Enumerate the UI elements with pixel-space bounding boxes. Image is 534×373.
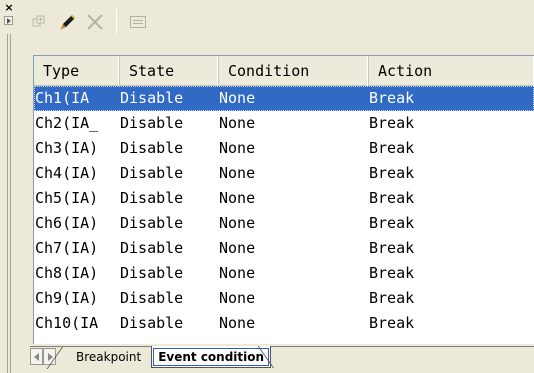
cell-action: Break xyxy=(369,289,415,307)
table-row[interactable]: Ch2(IA_ Disable None Break xyxy=(34,111,534,136)
cell-type: Ch6(IA) xyxy=(35,214,99,232)
cell-type: Ch7(IA) xyxy=(35,239,99,257)
cell-type: Ch10(IA xyxy=(35,314,99,332)
table-row[interactable]: Ch6(IA) Disable None Break xyxy=(34,211,534,236)
table-row[interactable]: Ch1(IA Disable None Break xyxy=(34,86,534,111)
list-header: Type State Condition Action xyxy=(34,56,534,86)
pin-icon[interactable] xyxy=(4,16,13,25)
cell-condition: None xyxy=(219,89,256,107)
table-row[interactable]: Ch5(IA) Disable None Break xyxy=(34,186,534,211)
cell-type: Ch4(IA) xyxy=(35,164,99,182)
column-header-type[interactable]: Type xyxy=(34,56,120,86)
cell-type: Ch8(IA) xyxy=(35,264,99,282)
toolbar xyxy=(18,0,534,44)
properties-list-icon[interactable] xyxy=(127,11,149,33)
table-row[interactable]: Ch8(IA) Disable None Break xyxy=(34,261,534,286)
tab-event-condition[interactable]: Event condition xyxy=(151,346,272,368)
cell-condition: None xyxy=(219,189,256,207)
cell-state: Disable xyxy=(120,314,184,332)
table-row[interactable]: Ch7(IA) Disable None Break xyxy=(34,236,534,261)
cell-type: Ch9(IA) xyxy=(35,289,99,307)
cell-condition: None xyxy=(219,214,256,232)
cell-state: Disable xyxy=(120,114,184,132)
event-condition-list[interactable]: Type State Condition Action Ch1(IA Disabl… xyxy=(33,55,534,344)
cell-condition: None xyxy=(219,164,256,182)
cell-condition: None xyxy=(219,264,256,282)
edit-pencil-icon[interactable] xyxy=(56,11,78,33)
cell-state: Disable xyxy=(120,239,184,257)
cell-action: Break xyxy=(369,139,415,157)
cell-condition: None xyxy=(219,314,256,332)
grip-line xyxy=(7,34,8,373)
column-header-action[interactable]: Action xyxy=(369,56,534,86)
cell-action: Break xyxy=(369,89,415,107)
delete-x-icon[interactable] xyxy=(84,11,106,33)
add-breakpoint-icon[interactable] xyxy=(28,11,50,33)
cell-action: Break xyxy=(369,314,415,332)
cell-condition: None xyxy=(219,139,256,157)
cell-state: Disable xyxy=(120,289,184,307)
column-header-condition[interactable]: Condition xyxy=(219,56,369,86)
tab-scroll-left-icon[interactable] xyxy=(30,348,43,365)
cell-condition: None xyxy=(219,239,256,257)
cell-type: Ch1(IA xyxy=(35,89,90,107)
cell-type: Ch3(IA) xyxy=(35,139,99,157)
cell-state: Disable xyxy=(120,189,184,207)
cell-action: Break xyxy=(369,114,415,132)
cell-state: Disable xyxy=(120,89,184,107)
tab-strip: Breakpoint Event condition xyxy=(30,346,534,368)
table-row[interactable]: Ch3(IA) Disable None Break xyxy=(34,136,534,161)
cell-state: Disable xyxy=(120,214,184,232)
table-row[interactable]: Ch9(IA) Disable None Break xyxy=(34,286,534,311)
cell-action: Break xyxy=(369,264,415,282)
cell-condition: None xyxy=(219,289,256,307)
table-row[interactable]: Ch10(IA Disable None Break xyxy=(34,311,534,336)
cell-action: Break xyxy=(369,164,415,182)
cell-action: Break xyxy=(369,239,415,257)
cell-type: Ch5(IA) xyxy=(35,189,99,207)
column-header-state[interactable]: State xyxy=(120,56,219,86)
list-body: Ch1(IA Disable None Break Ch2(IA_ Disable None… xyxy=(34,86,534,336)
dock-grip[interactable]: × xyxy=(0,0,18,373)
cell-state: Disable xyxy=(120,139,184,157)
cell-action: Break xyxy=(369,189,415,207)
toolbar-separator xyxy=(116,9,117,35)
cell-condition: None xyxy=(219,114,256,132)
tab-edge xyxy=(271,346,279,368)
cell-action: Break xyxy=(369,214,415,232)
tab-breakpoint[interactable]: Breakpoint xyxy=(60,347,151,367)
cell-type: Ch2(IA_ xyxy=(35,114,99,132)
table-row[interactable]: Ch4(IA) Disable None Break xyxy=(34,161,534,186)
cell-state: Disable xyxy=(120,164,184,182)
grip-line xyxy=(10,34,11,373)
cell-state: Disable xyxy=(120,264,184,282)
close-icon[interactable]: × xyxy=(3,2,15,14)
